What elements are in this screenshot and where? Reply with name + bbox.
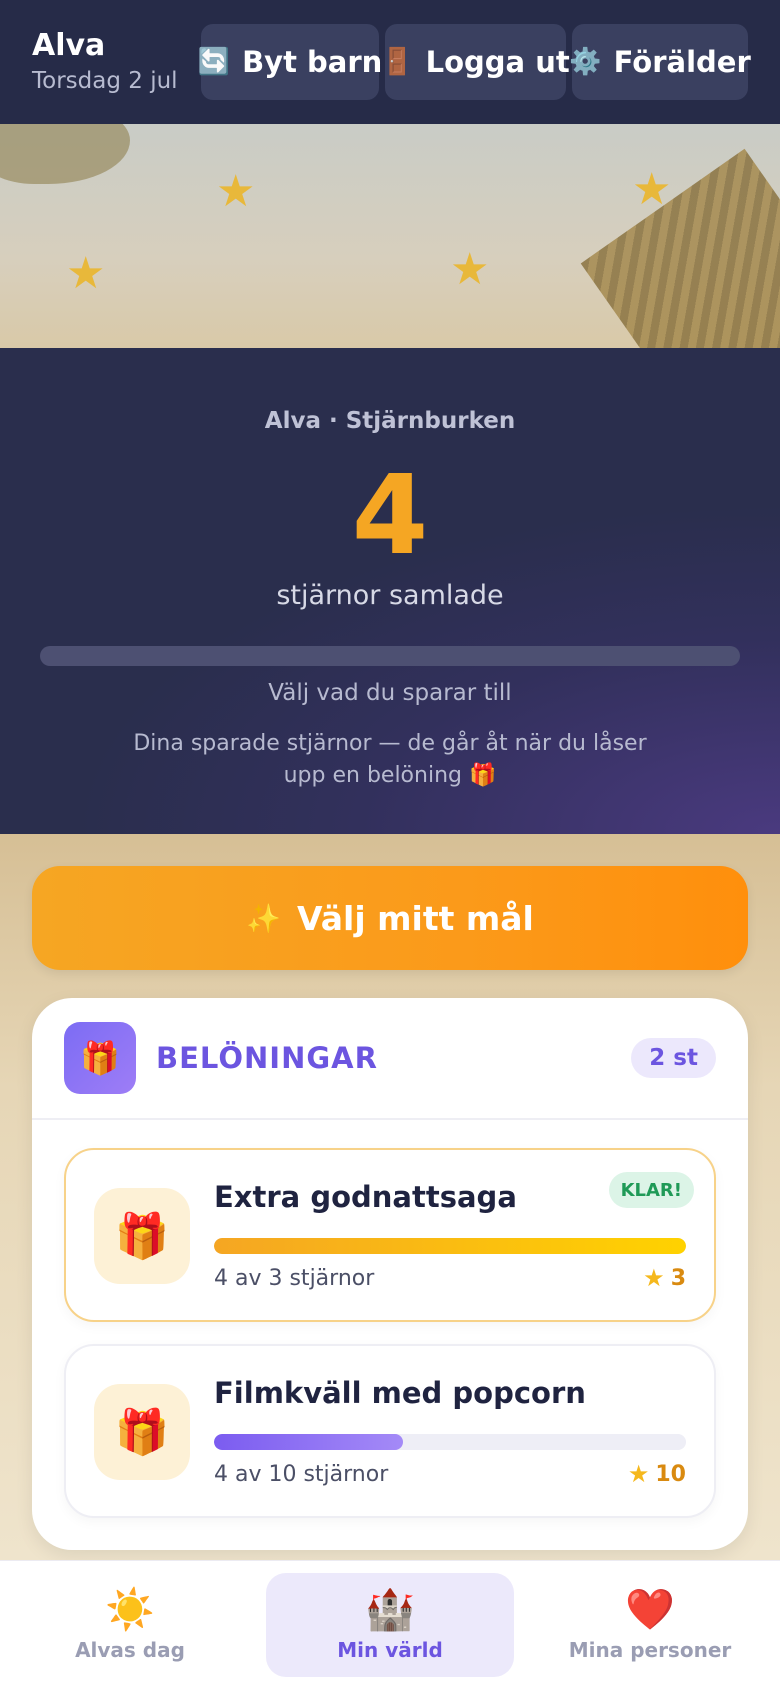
nav-item-mina-personer[interactable]: ❤️ Mina personer <box>526 1573 774 1677</box>
star-decoration: ★ <box>450 244 490 295</box>
logout-label: Logga ut <box>425 45 570 79</box>
star-decoration: ★ <box>66 248 106 299</box>
door-icon: 🚪 <box>381 47 414 77</box>
goal-progress-bar <box>40 646 740 666</box>
star-icon: ★ <box>627 1460 650 1488</box>
parent-button[interactable]: ⚙️ Förälder <box>569 24 751 100</box>
gift-icon: 🎁 <box>94 1384 190 1480</box>
sparkles-icon: ✨ <box>246 901 282 935</box>
reward-item[interactable]: 🎁 Filmkväll med popcorn 4 av 10 stjärnor… <box>64 1344 716 1518</box>
header-actions: 🔄 Byt barn 🚪 Logga ut ⚙️ Förälder <box>197 24 751 100</box>
goal-hint: Välj vad du sparar till <box>268 680 512 706</box>
nav-label: Alvas dag <box>75 1637 185 1662</box>
reward-progress-fill <box>214 1238 686 1254</box>
reward-progress-text: 4 av 3 stjärnor <box>214 1266 375 1291</box>
reward-name: Filmkväll med popcorn <box>214 1376 586 1410</box>
reward-item[interactable]: 🎁 Extra godnattsaga KLAR! 4 av 3 stjärno… <box>64 1148 716 1322</box>
logout-button[interactable]: 🚪 Logga ut <box>381 24 570 100</box>
rewards-card: 🎁 BELÖNINGAR 2 st 🎁 Extra godnattsaga KL… <box>32 998 748 1550</box>
nav-item-min-varld[interactable]: 🏰 Min värld <box>266 1572 514 1677</box>
nav-label: Mina personer <box>568 1637 732 1662</box>
choose-goal-label: Välj mitt mål <box>297 898 534 938</box>
reward-name: Extra godnattsaga <box>214 1180 517 1214</box>
star-icon: ★ <box>643 1264 665 1292</box>
heart-icon: ❤️ <box>625 1586 675 1633</box>
top-bar: Alva Torsdag 2 jul 🔄 Byt barn 🚪 Logga ut… <box>0 0 780 124</box>
reward-cost: ★ 10 <box>628 1460 686 1488</box>
nav-label: Min värld <box>337 1637 443 1662</box>
gift-icon: 🎁 <box>64 1022 136 1094</box>
choose-goal-button[interactable]: ✨ Välj mitt mål <box>32 866 748 970</box>
gift-icon: 🎁 <box>94 1188 190 1284</box>
star-jar-description: Dina sparade stjärnor — de går åt när du… <box>133 731 647 788</box>
gear-icon: ⚙️ <box>569 47 602 77</box>
reward-cost: ★ 3 <box>643 1264 686 1292</box>
switch-child-label: Byt barn <box>242 45 383 79</box>
bottom-navigation: ☀️ Alvas dag 🏰 Min värld ❤️ Mina persone… <box>0 1560 780 1688</box>
sky-illustration: ★ ★ ★ ★ <box>0 124 780 348</box>
reward-progress-bar <box>214 1434 686 1450</box>
sun-icon: ☀️ <box>105 1586 155 1633</box>
reward-cost-value: 3 <box>670 1265 686 1291</box>
star-jar-title: Alva · Stjärnburken <box>264 408 516 434</box>
leaf-decoration <box>0 124 130 184</box>
switch-child-button[interactable]: 🔄 Byt barn <box>197 24 383 100</box>
child-info: Alva Torsdag 2 jul <box>32 28 189 96</box>
roof-decoration <box>580 148 780 348</box>
rewards-title: BELÖNINGAR <box>156 1041 378 1075</box>
child-name: Alva <box>32 28 106 63</box>
star-count: 4 <box>351 451 429 579</box>
rewards-count-badge: 2 st <box>631 1038 716 1078</box>
star-count-label: stjärnor samlade <box>276 580 504 611</box>
rewards-header: 🎁 BELÖNINGAR 2 st <box>32 998 748 1120</box>
reward-progress-bar <box>214 1238 686 1254</box>
star-decoration: ★ <box>216 166 256 217</box>
refresh-icon: 🔄 <box>197 47 231 77</box>
reward-progress-fill <box>214 1434 403 1450</box>
star-jar-panel: Alva · Stjärnburken 4 stjärnor samlade V… <box>0 348 780 834</box>
reward-progress-text: 4 av 10 stjärnor <box>214 1462 389 1487</box>
reward-cost-value: 10 <box>655 1461 686 1487</box>
parent-label: Förälder <box>613 45 751 79</box>
nav-item-alvas-dag[interactable]: ☀️ Alvas dag <box>6 1573 254 1677</box>
castle-icon: 🏰 <box>365 1586 415 1633</box>
status-badge: KLAR! <box>608 1172 694 1208</box>
current-date: Torsdag 2 jul <box>32 68 178 94</box>
